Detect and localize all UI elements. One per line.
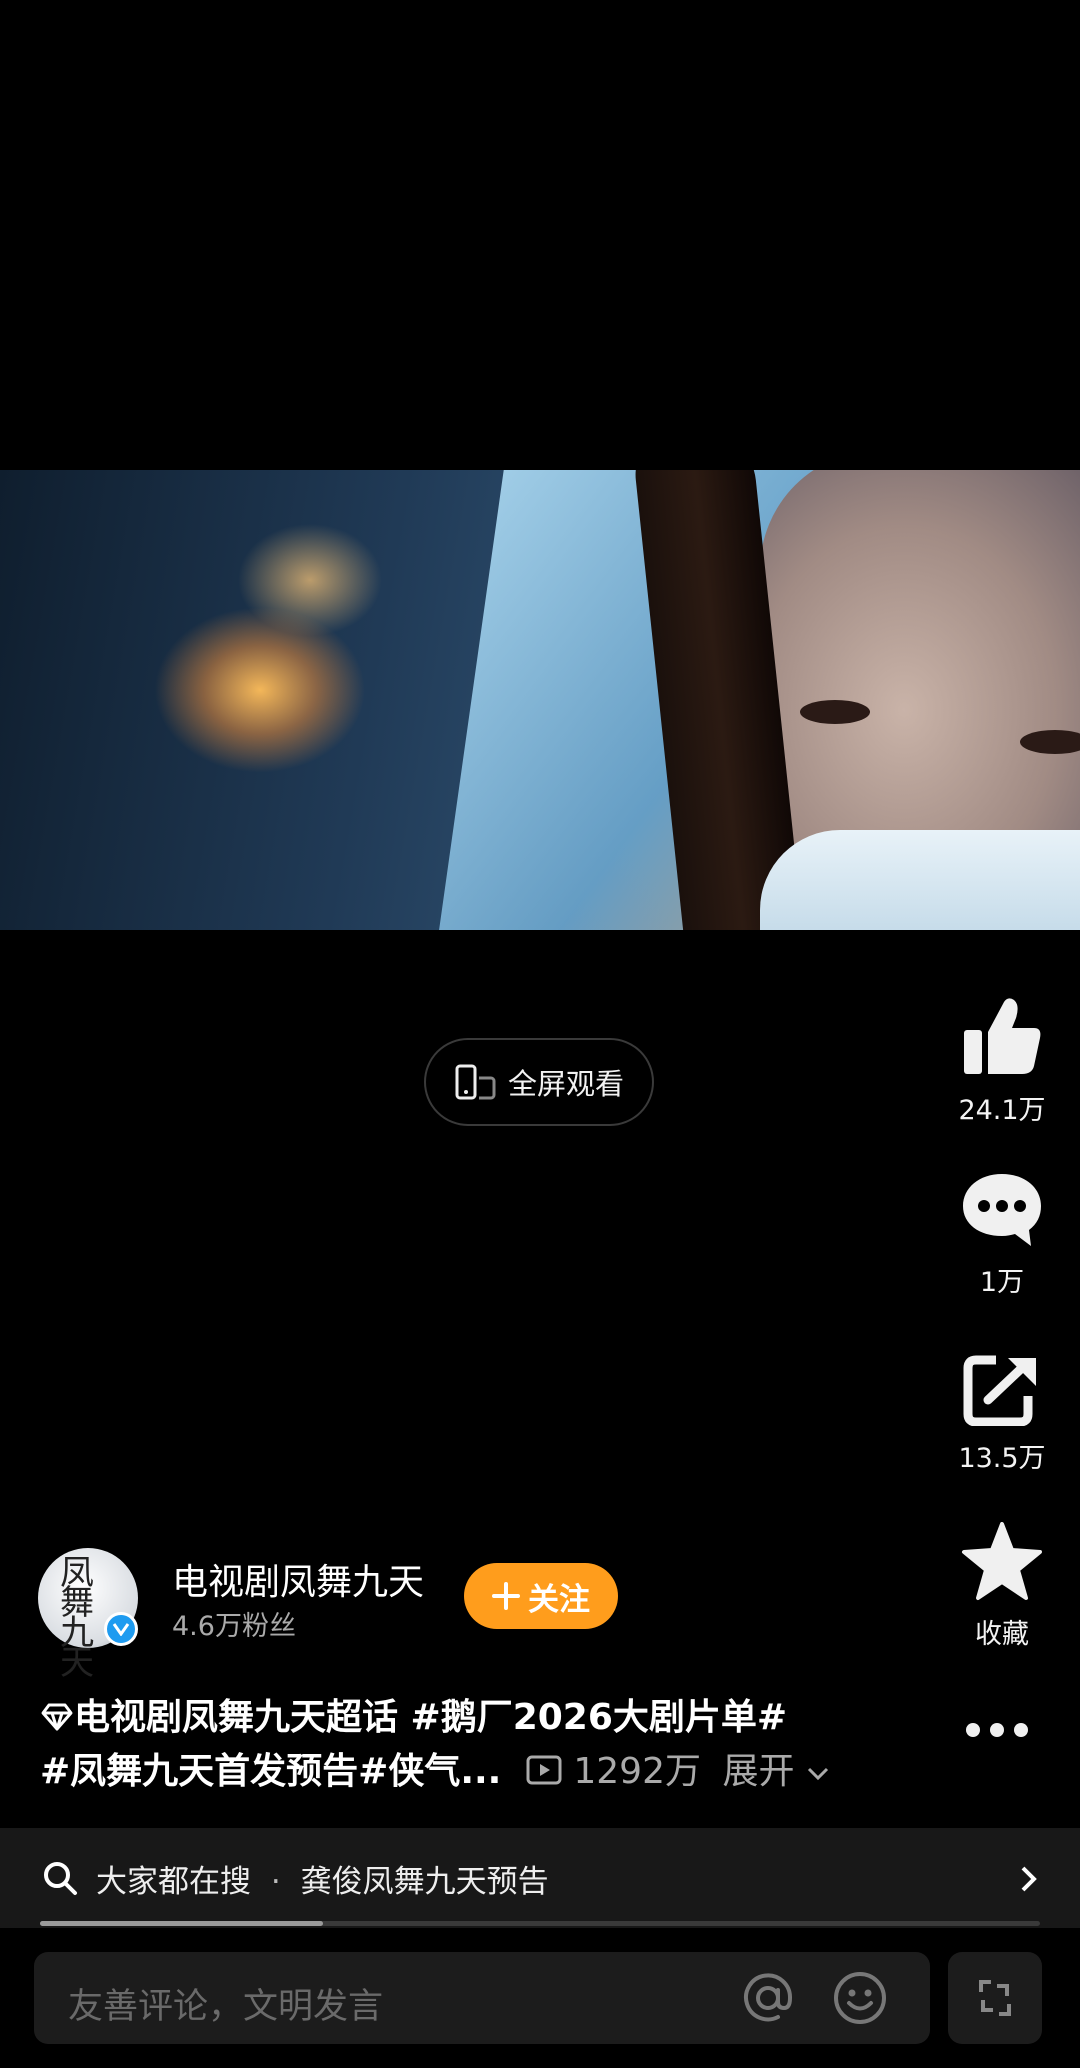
mention-icon[interactable] [740, 1970, 796, 2026]
favorite-label: 收藏 [975, 1619, 1029, 1650]
more-options-button[interactable] [964, 1720, 1030, 1744]
follower-count: 4.6万粉丝 [172, 1611, 296, 1642]
more-icon [966, 1723, 1028, 1737]
comment-bubble-icon [963, 1174, 1041, 1246]
author-name[interactable]: 电视剧凤舞九天 [172, 1553, 424, 1605]
fullscreen-label: 全屏观看 [507, 1067, 624, 1101]
author-avatar[interactable]: 凤舞九天 [38, 1548, 138, 1680]
play-icon [526, 1755, 562, 1785]
caption-text-2: #凤舞九天首发预告#侠气... [40, 1751, 502, 1792]
comment-placeholder[interactable]: 友善评论，文明发言 [68, 1978, 383, 2029]
caption-line-1[interactable]: 电视剧凤舞九天超话 #鹅厂2026大剧片单# [40, 1688, 787, 1740]
share-count: 13.5万 [958, 1443, 1046, 1474]
fullscreen-button[interactable]: 全屏观看 [424, 1038, 654, 1126]
favorite-button[interactable]: 收藏 [950, 1522, 1054, 1651]
video-frame-mask [760, 830, 1080, 930]
expand-label: 展开 [722, 1751, 795, 1792]
expand-icon [979, 1980, 1011, 2016]
share-button[interactable]: 13.5万 [950, 1352, 1054, 1475]
expand-caption-button[interactable]: 展开 [722, 1751, 829, 1792]
video-progress-fill [40, 1921, 323, 1926]
follow-button[interactable]: 关注 [464, 1563, 618, 1629]
emoji-icon[interactable] [832, 1970, 888, 2026]
caption-text-1: 电视剧凤舞九天超话 #鹅厂2026大剧片单# [74, 1697, 788, 1738]
expand-comments-button[interactable] [948, 1952, 1042, 2044]
trending-search-text[interactable]: 大家都在搜 · 龚俊凤舞九天预告 [96, 1856, 549, 1901]
separator-dot: · [270, 1864, 281, 1900]
diamond-icon [41, 1703, 73, 1731]
trending-query: 龚俊凤舞九天预告 [300, 1864, 549, 1900]
trending-prefix: 大家都在搜 [96, 1864, 251, 1900]
play-count: 1292万 [573, 1751, 701, 1792]
comment-count: 1万 [979, 1267, 1025, 1298]
video-frame-eye [800, 700, 870, 724]
star-icon [962, 1522, 1042, 1600]
verified-icon [104, 1612, 138, 1646]
caption-line-2[interactable]: #凤舞九天首发预告#侠气... 1292万 展开 [40, 1742, 830, 1794]
comment-button[interactable]: 1万 [950, 1170, 1054, 1299]
rotate-phone-icon [455, 1064, 496, 1100]
chevron-right-icon[interactable] [1018, 1864, 1040, 1894]
video-frame-eye [1020, 730, 1080, 754]
search-icon [44, 1862, 77, 1895]
follow-label: 关注 [528, 1581, 590, 1618]
plus-icon [492, 1582, 520, 1610]
chevron-down-icon [807, 1767, 828, 1781]
like-count: 24.1万 [958, 1095, 1046, 1126]
like-button[interactable]: 24.1万 [950, 996, 1054, 1127]
thumbs-up-icon [964, 998, 1041, 1074]
share-icon [963, 1355, 1036, 1427]
video-player[interactable] [0, 470, 1080, 930]
play-count-group: 1292万 [526, 1751, 713, 1792]
